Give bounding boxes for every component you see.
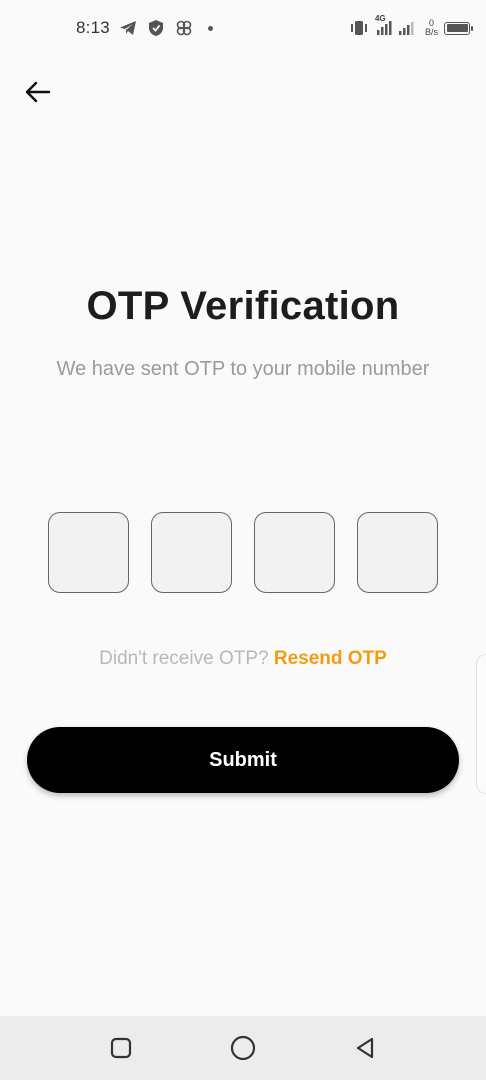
net-speed-unit: B/s xyxy=(424,27,438,37)
back-triangle-icon xyxy=(356,1037,374,1059)
status-left: 8:13 xyxy=(76,18,213,38)
otp-digit-2[interactable] xyxy=(151,512,232,593)
page-subtitle: We have sent OTP to your mobile number xyxy=(56,358,430,380)
page-title: OTP Verification xyxy=(86,284,400,328)
submit-button[interactable]: Submit xyxy=(27,727,459,793)
network-type: 4G xyxy=(374,14,386,23)
system-back-button[interactable] xyxy=(351,1034,379,1062)
recents-square-icon xyxy=(110,1037,132,1059)
navigation-bar xyxy=(0,1016,486,1080)
status-right: 4G 0 B/s xyxy=(349,14,473,38)
vibrate-icon xyxy=(349,18,369,38)
signal-icon: 4G xyxy=(375,14,419,38)
shield-icon xyxy=(146,18,166,38)
back-button[interactable] xyxy=(20,74,56,110)
otp-digit-1[interactable] xyxy=(48,512,129,593)
otp-input-group xyxy=(48,512,438,593)
status-bar: 8:13 4G 0 B/s xyxy=(0,0,486,56)
net-speed: 0 B/s xyxy=(425,19,438,37)
arrow-left-icon xyxy=(25,81,51,103)
resend-prompt: Didn't receive OTP? xyxy=(99,648,269,669)
home-button[interactable] xyxy=(229,1034,257,1062)
home-circle-icon xyxy=(230,1035,256,1061)
otp-digit-4[interactable] xyxy=(357,512,438,593)
resend-row: Didn't receive OTP? Resend OTP xyxy=(0,648,486,670)
telegram-icon xyxy=(118,18,138,38)
recents-button[interactable] xyxy=(107,1034,135,1062)
resend-otp-link[interactable]: Resend OTP xyxy=(274,648,387,669)
status-time: 8:13 xyxy=(76,18,110,37)
pinwheel-icon xyxy=(174,18,194,38)
notification-dot-icon xyxy=(207,25,213,31)
side-panel-handle[interactable] xyxy=(476,654,486,794)
battery-icon xyxy=(444,21,473,35)
otp-digit-3[interactable] xyxy=(254,512,335,593)
